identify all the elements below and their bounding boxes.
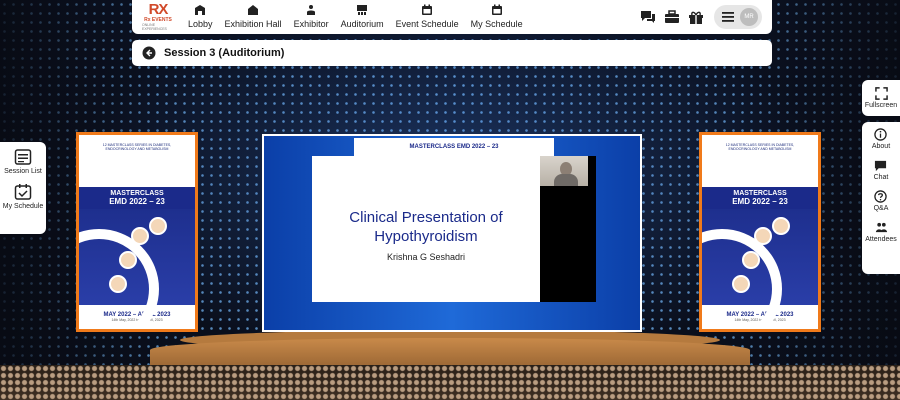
nav-event-schedule-label: Event Schedule: [395, 19, 459, 29]
hamburger-icon: [722, 12, 734, 22]
question-icon: [874, 190, 888, 203]
fullscreen-label: Fullscreen: [864, 102, 898, 109]
banner-bubble: [119, 251, 137, 269]
nav-auditorium-label: Auditorium: [340, 19, 384, 29]
banner-emd: EMD 2022 – 23: [732, 197, 788, 206]
left-side-panel: Session List My Schedule: [0, 142, 46, 234]
briefcase-icon[interactable]: [664, 9, 680, 25]
chat-icon: [875, 160, 887, 172]
nav-lobby[interactable]: Lobby: [188, 4, 213, 29]
slide-author: Krishna G Seshadri: [386, 252, 466, 262]
info-icon: [874, 128, 888, 141]
banner-bubble: [754, 227, 772, 245]
list-icon: [14, 149, 32, 165]
session-bar: Session 3 (Auditorium): [132, 40, 772, 66]
attendees-icon: [875, 222, 887, 233]
building-icon: [195, 5, 206, 15]
nav-lobby-label: Lobby: [188, 19, 213, 29]
session-list-button[interactable]: Session List: [4, 148, 42, 175]
nav-my-schedule[interactable]: My Schedule: [471, 4, 523, 29]
nav-auditorium[interactable]: Auditorium: [341, 4, 384, 29]
my-schedule-button[interactable]: My Schedule: [3, 183, 43, 210]
slide-title: Clinical Presentation of Hypothyroidism: [349, 208, 502, 246]
slide-title-line2: Hypothyroidism: [374, 228, 478, 245]
audience-floor: [0, 365, 900, 400]
screen-header-text: MASTERCLASS EMD 2022 – 23: [409, 144, 499, 150]
banner-bubble: [109, 275, 127, 293]
qa-label: Q&A: [873, 205, 889, 212]
banner-masterclass: MASTERCLASS: [733, 190, 787, 197]
auditorium-icon: [357, 5, 368, 15]
calendar-icon: [491, 4, 502, 15]
banner-graphic: [79, 209, 195, 329]
logo-mark: RX: [148, 1, 169, 18]
user-menu[interactable]: MR: [714, 5, 762, 29]
attendees-button[interactable]: Attendees: [865, 221, 897, 243]
banner-bubble: [131, 227, 149, 245]
presentation-slide: Clinical Presentation of Hypothyroidism …: [312, 156, 540, 302]
banner-bubble: [772, 217, 790, 235]
logo-subtext: ONLINE EXPERIENCES: [142, 23, 167, 31]
banner-title-strip: MASTERCLASS EMD 2022 – 23: [79, 187, 195, 209]
nav-exhibitor[interactable]: Exhibitor: [294, 4, 329, 29]
banner-bubble: [742, 251, 760, 269]
banner-graphic: [702, 209, 818, 329]
session-title: Session 3 (Auditorium): [164, 47, 285, 59]
banner-bubble: [732, 275, 750, 293]
attendees-label: Attendees: [865, 236, 897, 243]
banner-title-strip: MASTERCLASS EMD 2022 – 23: [702, 187, 818, 209]
slide-title-line1: Clinical Presentation of: [349, 209, 503, 226]
session-list-label: Session List: [4, 168, 42, 175]
nav-event-schedule[interactable]: Event Schedule: [396, 4, 459, 29]
main-screen: MASTERCLASS EMD 2022 – 23 Clinical Prese…: [262, 134, 642, 332]
top-right-actions: MR: [632, 5, 762, 29]
fullscreen-button[interactable]: Fullscreen: [862, 80, 900, 116]
screen-header: MASTERCLASS EMD 2022 – 23: [354, 138, 554, 156]
messages-icon[interactable]: [640, 9, 656, 25]
nav-my-schedule-label: My Schedule: [470, 19, 523, 29]
nav-exhibition-hall[interactable]: Exhibition Hall: [225, 4, 282, 29]
my-schedule-label: My Schedule: [2, 203, 44, 210]
about-label: About: [871, 143, 891, 150]
banner-series-text: 12 MASTERCLASS SERIES IN DIABETES, ENDOC…: [102, 143, 172, 151]
nav-exhibition-hall-label: Exhibition Hall: [224, 19, 282, 29]
rx-events-logo[interactable]: RX Rx EVENTS ONLINE EXPERIENCES: [142, 1, 174, 31]
banner-masterclass: MASTERCLASS: [110, 190, 164, 197]
banner-header: 12 MASTERCLASS SERIES IN DIABETES, ENDOC…: [702, 135, 818, 187]
top-navigation-bar: RX Rx EVENTS ONLINE EXPERIENCES Lobby Ex…: [132, 0, 772, 34]
gift-icon[interactable]: [688, 9, 704, 25]
exhibitor-icon: [307, 5, 316, 15]
speaker-webcam: [540, 156, 588, 186]
right-banner: 12 MASTERCLASS SERIES IN DIABETES, ENDOC…: [699, 132, 821, 332]
fullscreen-icon: [874, 87, 888, 100]
about-button[interactable]: About: [872, 128, 890, 150]
banner-series-text: 12 MASTERCLASS SERIES IN DIABETES, ENDOC…: [725, 143, 795, 151]
back-arrow-icon[interactable]: [142, 46, 156, 60]
chat-label: Chat: [873, 174, 889, 181]
main-nav: Lobby Exhibition Hall Exhibitor Auditori…: [182, 0, 529, 34]
hall-icon: [248, 5, 259, 15]
screen-background: MASTERCLASS EMD 2022 – 23 Clinical Prese…: [264, 136, 640, 330]
nav-exhibitor-label: Exhibitor: [293, 19, 329, 29]
left-banner: 12 MASTERCLASS SERIES IN DIABETES, ENDOC…: [76, 132, 198, 332]
banner-emd: EMD 2022 – 23: [109, 197, 165, 206]
avatar: MR: [740, 8, 758, 26]
calendar-check-icon: [14, 184, 32, 200]
calendar-icon: [422, 4, 433, 15]
banner-header: 12 MASTERCLASS SERIES IN DIABETES, ENDOC…: [79, 135, 195, 187]
chat-button[interactable]: Chat: [873, 159, 889, 181]
video-player[interactable]: Clinical Presentation of Hypothyroidism …: [312, 156, 596, 302]
right-side-panel: About Chat Q&A Attendees: [862, 122, 900, 274]
speaker-body: [554, 174, 578, 186]
banner-bubble: [149, 217, 167, 235]
qa-button[interactable]: Q&A: [873, 190, 889, 212]
